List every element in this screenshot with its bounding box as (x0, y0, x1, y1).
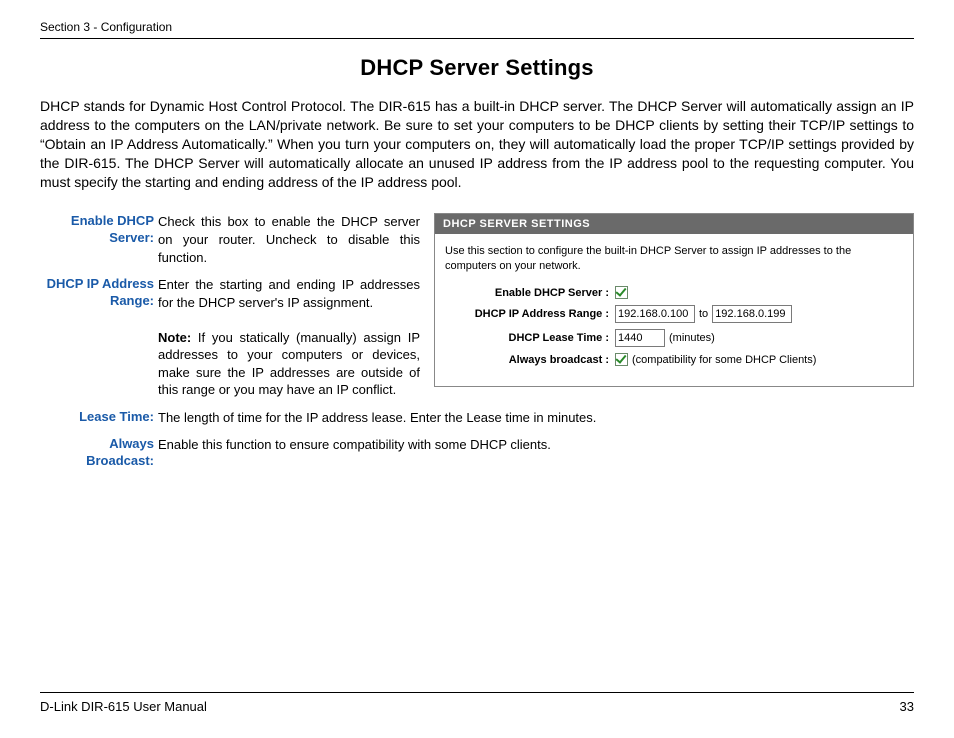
page-footer: D-Link DIR-615 User Manual 33 (40, 692, 914, 714)
dhcp-settings-panel: DHCP SERVER SETTINGS Use this section to… (434, 213, 914, 387)
input-ip-range-start[interactable] (615, 305, 695, 323)
footer-page-number: 33 (900, 699, 914, 714)
checkbox-enable-dhcp[interactable] (615, 286, 628, 299)
def-desc-range-text: Enter the starting and ending IP address… (158, 277, 420, 310)
section-header: Section 3 - Configuration (40, 20, 914, 34)
footer-manual-name: D-Link DIR-615 User Manual (40, 699, 207, 714)
row-lease-time: DHCP Lease Time : (minutes) (445, 329, 903, 347)
page-title: DHCP Server Settings (40, 55, 914, 81)
def-ip-range: DHCP IP Address Range: Enter the startin… (40, 276, 420, 399)
input-ip-range-end[interactable] (712, 305, 792, 323)
row-always-broadcast: Always broadcast : (compatibility for so… (445, 353, 903, 366)
row-enable-dhcp: Enable DHCP Server : (445, 286, 903, 299)
def-lease-time: Lease Time: The length of time for the I… (40, 409, 914, 427)
def-desc-lease: The length of time for the IP address le… (158, 409, 914, 427)
def-label-always: Always Broadcast: (40, 436, 158, 470)
checkbox-always-broadcast[interactable] (615, 353, 628, 366)
def-label-lease: Lease Time: (40, 409, 158, 427)
label-to: to (699, 308, 708, 320)
label-lease-time: DHCP Lease Time : (445, 332, 615, 344)
def-desc-range: Enter the starting and ending IP address… (158, 276, 420, 399)
label-always-broadcast: Always broadcast : (445, 354, 615, 366)
label-always-hint: (compatibility for some DHCP Clients) (632, 354, 816, 366)
def-label-range: DHCP IP Address Range: (40, 276, 158, 399)
def-note-text: If you statically (manually) assign IP a… (158, 330, 420, 398)
input-lease-time[interactable] (615, 329, 665, 347)
header-rule (40, 38, 914, 39)
def-enable-dhcp: Enable DHCP Server: Check this box to en… (40, 213, 420, 266)
footer-rule (40, 692, 914, 693)
def-always-broadcast: Always Broadcast: Enable this function t… (40, 436, 914, 470)
intro-paragraph: DHCP stands for Dynamic Host Control Pro… (40, 97, 914, 191)
def-note-label: Note: (158, 330, 191, 345)
def-desc-enable: Check this box to enable the DHCP server… (158, 213, 420, 266)
label-enable-dhcp: Enable DHCP Server : (445, 287, 615, 299)
label-ip-range: DHCP IP Address Range : (445, 308, 615, 320)
definitions-column: DHCP SERVER SETTINGS Use this section to… (40, 213, 914, 480)
panel-description: Use this section to configure the built-… (445, 244, 903, 274)
def-desc-always: Enable this function to ensure compatibi… (158, 436, 914, 470)
def-label-enable: Enable DHCP Server: (40, 213, 158, 266)
panel-title: DHCP SERVER SETTINGS (435, 214, 913, 234)
row-ip-range: DHCP IP Address Range : to (445, 305, 903, 323)
label-lease-unit: (minutes) (669, 332, 715, 344)
